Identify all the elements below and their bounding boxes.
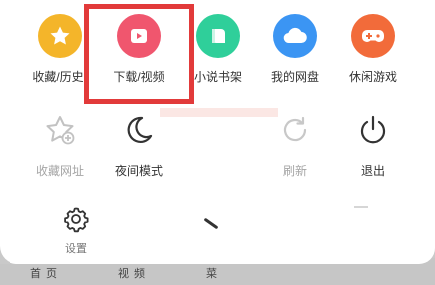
- cloud-icon: [273, 14, 317, 58]
- add-star-icon: [38, 110, 82, 150]
- menu-item-casual-games[interactable]: 休闲游戏: [333, 14, 413, 85]
- gear-icon: [54, 204, 98, 234]
- sheet-corner: [0, 200, 40, 264]
- faint-dash: [354, 206, 368, 208]
- menu-item-label: 休闲游戏: [348, 70, 397, 84]
- menu-item-refresh[interactable]: 刷新: [255, 110, 335, 179]
- power-icon: [351, 110, 395, 150]
- menu-item-bookmark-url[interactable]: 收藏网址: [20, 110, 100, 179]
- moon-icon: [117, 110, 161, 150]
- refresh-icon: [273, 110, 317, 150]
- highlight-box: [84, 4, 194, 104]
- star-icon: [38, 14, 82, 58]
- book-icon: [196, 14, 240, 58]
- nav-item-menu[interactable]: 菜: [206, 265, 218, 281]
- nav-item-video[interactable]: 视 频: [118, 265, 146, 281]
- menu-item-settings[interactable]: 设置: [36, 204, 116, 256]
- menu-item-label: 夜间模式: [114, 164, 163, 178]
- menu-item-cloud-drive[interactable]: 我的网盘: [255, 14, 335, 85]
- menu-item-label: 设置: [65, 243, 87, 255]
- menu-item-exit[interactable]: 退出: [333, 110, 413, 179]
- menu-item-label: 我的网盘: [270, 70, 319, 84]
- menu-item-label: 收藏网址: [35, 164, 84, 178]
- gamepad-icon: [351, 14, 395, 58]
- menu-item-night-mode[interactable]: 夜间模式: [99, 110, 179, 179]
- menu-item-label: 退出: [360, 164, 385, 178]
- nav-item-home[interactable]: 首 页: [30, 265, 58, 281]
- menu-item-label: 刷新: [282, 164, 307, 178]
